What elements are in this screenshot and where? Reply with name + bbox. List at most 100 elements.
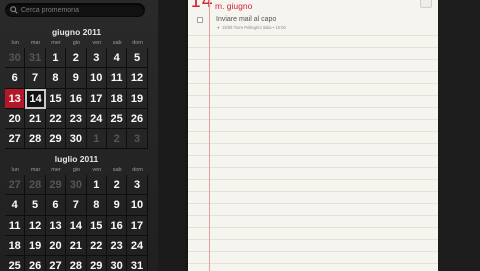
reminder-detail: 15/06 Torre Pellegrini Italia • 15:00 bbox=[222, 25, 286, 30]
day-cell[interactable]: 7 bbox=[66, 195, 87, 216]
day-cell[interactable]: 25 bbox=[5, 256, 26, 271]
day-cell[interactable]: 13 bbox=[45, 215, 67, 236]
weekday-label: sab bbox=[112, 40, 122, 46]
day-cell[interactable]: 31 bbox=[25, 48, 46, 69]
day-cell[interactable]: 15 bbox=[86, 215, 107, 236]
day-cell[interactable]: 4 bbox=[5, 195, 26, 216]
day-cell[interactable]: 16 bbox=[106, 215, 128, 236]
day-cell[interactable]: 4 bbox=[106, 48, 128, 69]
weekday-label: ven bbox=[92, 40, 102, 46]
day-cell[interactable]: 28 bbox=[25, 175, 46, 196]
day-cell[interactable]: 22 bbox=[86, 235, 107, 257]
day-cell[interactable]: 30 bbox=[66, 175, 87, 196]
day-cell[interactable]: 6 bbox=[45, 195, 67, 216]
day-cell[interactable]: 17 bbox=[127, 215, 148, 236]
day-cell[interactable]: 9 bbox=[106, 195, 128, 216]
weekday-label: dom bbox=[132, 167, 143, 173]
reminder-checkbox[interactable] bbox=[197, 17, 203, 23]
day-cell[interactable]: 18 bbox=[106, 88, 128, 109]
day-label: m. giugno bbox=[215, 1, 253, 11]
weekday-label: mar bbox=[30, 167, 41, 173]
day-cell[interactable]: 30 bbox=[107, 256, 128, 271]
day-cell[interactable]: 10 bbox=[127, 195, 148, 216]
day-cell[interactable]: 20 bbox=[5, 108, 26, 130]
weekday-label: ven bbox=[92, 167, 102, 173]
day-cell[interactable]: 12 bbox=[25, 215, 46, 236]
day-grid: 30 31 1 2 3 4 5 6 7 8 9 10 11 12 13 14 15 16 17 18 19 20 21 22 2… bbox=[5, 48, 148, 150]
day-cell[interactable]: 19 bbox=[127, 88, 148, 109]
day-cell[interactable]: 2 bbox=[106, 175, 128, 196]
day-cell[interactable]: 18 bbox=[5, 235, 26, 257]
day-cell[interactable]: 17 bbox=[86, 88, 107, 109]
day-cell[interactable]: 5 bbox=[127, 48, 148, 69]
margin-line bbox=[209, 0, 210, 271]
day-cell[interactable]: 20 bbox=[45, 235, 67, 257]
day-cell[interactable]: 10 bbox=[86, 68, 107, 89]
day-cell[interactable]: 24 bbox=[86, 108, 107, 130]
day-cell[interactable]: 1 bbox=[86, 175, 107, 196]
month-title: luglio 2011 bbox=[54, 154, 99, 164]
weekday-header: lun mar mer gio ven sab dom bbox=[5, 166, 148, 175]
reminder-item[interactable]: Inviare mail al capo 15/06 Torre Pellegr… bbox=[188, 13, 438, 33]
calendar-sidebar: giugno 2011 lun mar mer gio ven sab dom … bbox=[0, 0, 158, 271]
day-cell[interactable]: 22 bbox=[45, 108, 67, 130]
day-cell[interactable]: 27 bbox=[46, 256, 67, 271]
day-cell[interactable]: 29 bbox=[45, 129, 67, 150]
reminders-page: 14 m. giugno Inviare mail al capo 15/06 … bbox=[188, 0, 438, 271]
search-input[interactable] bbox=[21, 6, 141, 14]
day-cell[interactable]: 19 bbox=[25, 235, 46, 257]
day-cell[interactable]: 11 bbox=[106, 68, 128, 89]
weekday-label: sab bbox=[112, 167, 122, 173]
day-cell[interactable]: 26 bbox=[25, 256, 46, 271]
day-cell[interactable]: 6 bbox=[5, 68, 26, 89]
day-cell[interactable]: 25 bbox=[106, 108, 128, 130]
day-cell[interactable]: 8 bbox=[45, 68, 67, 89]
day-cell[interactable]: 14 bbox=[66, 215, 87, 236]
day-cell[interactable]: 13 bbox=[5, 88, 26, 109]
day-cell[interactable]: 15 bbox=[45, 88, 67, 109]
weekday-label: gio bbox=[72, 167, 81, 173]
day-cell[interactable]: 12 bbox=[127, 68, 148, 89]
day-cell[interactable]: 16 bbox=[66, 88, 87, 109]
day-cell[interactable]: 9 bbox=[66, 68, 87, 89]
day-cell[interactable]: 7 bbox=[25, 68, 46, 89]
day-cell[interactable]: 28 bbox=[66, 256, 87, 271]
day-cell[interactable]: 23 bbox=[66, 108, 87, 130]
day-cell[interactable]: 5 bbox=[25, 195, 46, 216]
day-cell[interactable]: 30 bbox=[66, 129, 87, 150]
weekday-label: mer bbox=[51, 167, 61, 173]
day-cell[interactable]: 3 bbox=[86, 48, 107, 69]
day-cell[interactable]: 27 bbox=[5, 175, 26, 196]
day-cell[interactable]: 29 bbox=[87, 256, 107, 271]
day-cell[interactable]: 14 bbox=[25, 88, 46, 109]
day-cell[interactable]: 24 bbox=[127, 235, 148, 257]
day-cell[interactable]: 23 bbox=[106, 235, 128, 257]
day-cell[interactable]: 26 bbox=[127, 108, 148, 130]
add-icon[interactable] bbox=[420, 0, 432, 8]
day-cell[interactable]: 21 bbox=[25, 108, 46, 130]
weekday-label: dom bbox=[132, 40, 143, 46]
day-cell[interactable]: 11 bbox=[5, 215, 26, 236]
month-title: giugno 2011 bbox=[51, 27, 102, 37]
day-cell[interactable]: 8 bbox=[86, 195, 107, 216]
weekday-header: lun mar mer gio ven sab dom bbox=[5, 39, 148, 48]
day-cell[interactable]: 29 bbox=[45, 175, 67, 196]
weekday-label: lun bbox=[11, 167, 19, 173]
day-cell[interactable]: 21 bbox=[66, 235, 87, 257]
weekday-label: mar bbox=[30, 40, 41, 46]
day-grid: 27 28 29 30 1 2 3 4 5 6 7 8 9 10 11 12 13 14 15 16 17 18 19 20 2… bbox=[5, 175, 148, 271]
weekday-label: gio bbox=[72, 40, 81, 46]
search-icon bbox=[10, 6, 18, 14]
day-cell[interactable]: 3 bbox=[127, 129, 148, 150]
day-cell[interactable]: 1 bbox=[45, 48, 67, 69]
day-cell[interactable]: 28 bbox=[25, 129, 46, 150]
reminder-title: Inviare mail al capo bbox=[216, 16, 277, 23]
day-cell[interactable]: 2 bbox=[66, 48, 87, 69]
day-cell[interactable]: 27 bbox=[5, 129, 26, 150]
day-cell[interactable]: 30 bbox=[5, 48, 26, 69]
search-field[interactable] bbox=[5, 3, 145, 17]
day-cell[interactable]: 1 bbox=[86, 129, 107, 150]
day-cell[interactable]: 3 bbox=[127, 175, 148, 196]
day-cell[interactable]: 31 bbox=[127, 256, 148, 271]
day-cell[interactable]: 2 bbox=[106, 129, 128, 150]
